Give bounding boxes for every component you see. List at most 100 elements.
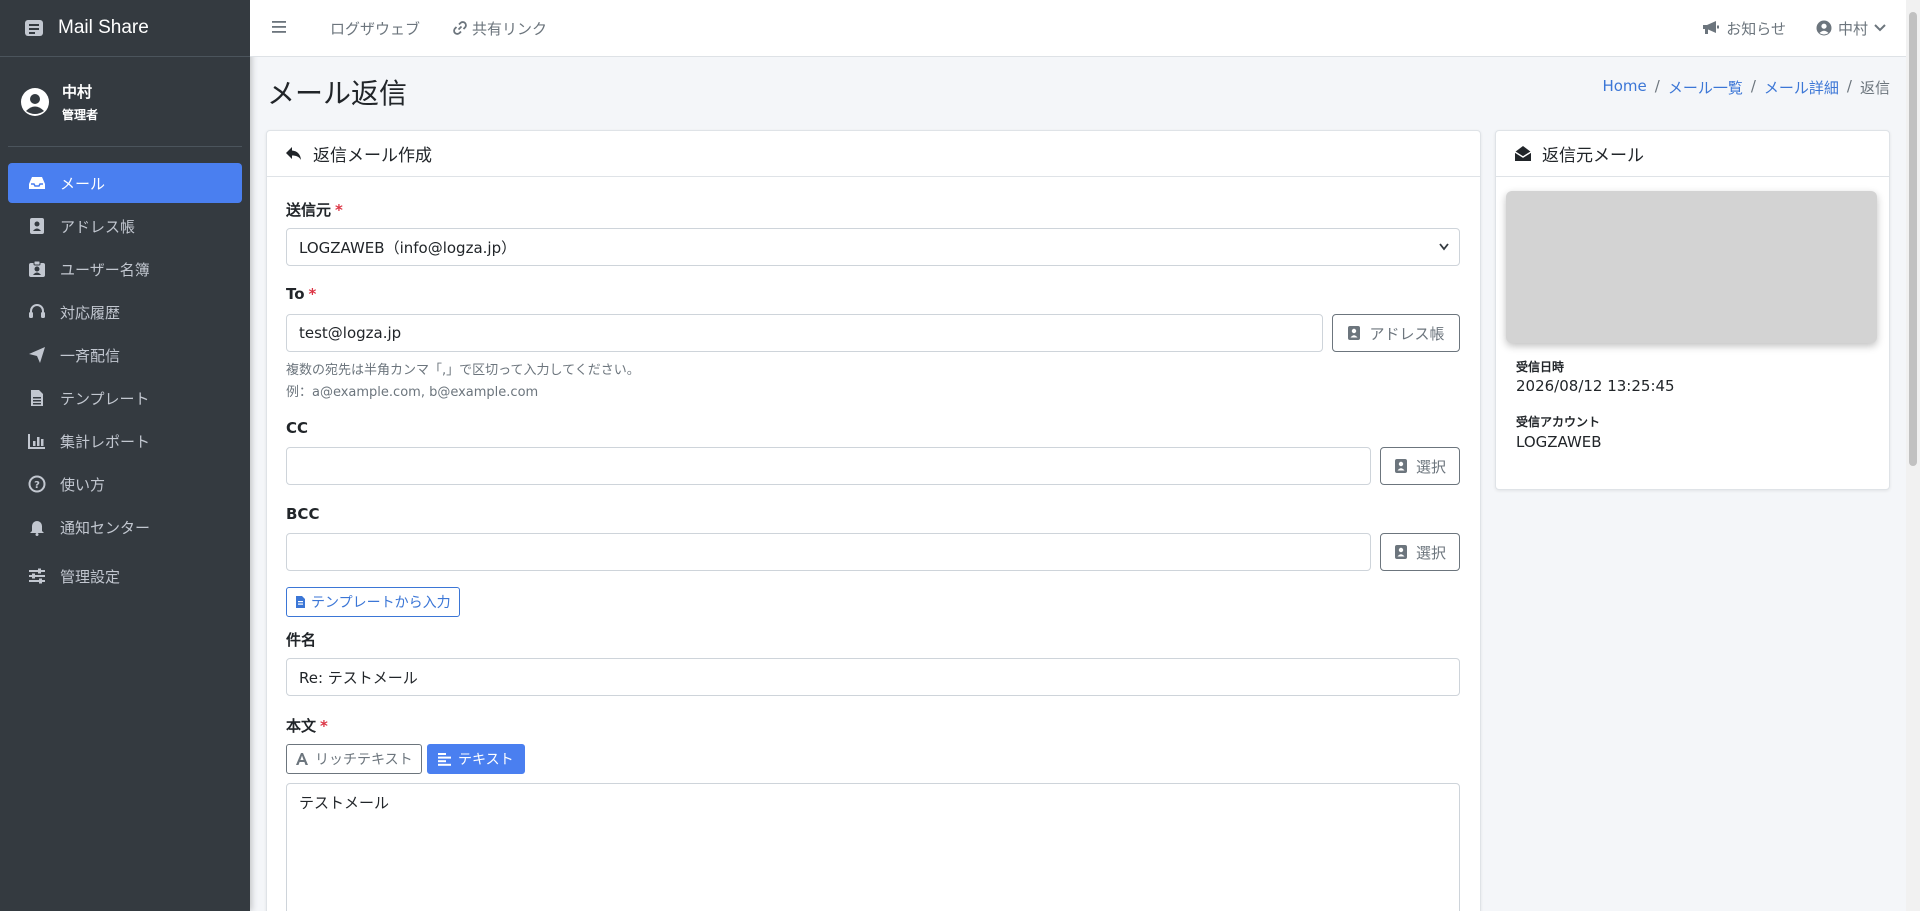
sidebar-nav: メール アドレス帳 ユーザー名簿 対応履歴 一斉配信 テンプレート 集計レポート… [0, 147, 250, 596]
paper-plane-icon [26, 346, 48, 364]
mail-preview-image[interactable] [1506, 191, 1877, 343]
cc-label: CC [286, 419, 309, 437]
page-scrollbar[interactable] [1906, 0, 1920, 911]
user-menu[interactable]: 中村 [1816, 18, 1886, 39]
to-label: To * [286, 285, 317, 303]
sidebar-item-address-book[interactable]: アドレス帳 [8, 206, 242, 246]
address-book-icon [1394, 544, 1408, 560]
sidebar-item-label: ユーザー名簿 [60, 260, 150, 279]
sidebar-item-label: アドレス帳 [60, 217, 136, 236]
compose-card-title: 返信メール作成 [313, 146, 432, 166]
sidebar-item-label: 対応履歴 [60, 303, 121, 322]
user-circle-icon [1816, 20, 1832, 36]
brand-link[interactable]: Mail Share [0, 0, 250, 57]
sidebar-item-label: 一斉配信 [60, 346, 121, 365]
address-book-icon [1394, 458, 1408, 474]
address-book-icon [26, 217, 48, 235]
user-circle-icon [21, 87, 49, 116]
address-book-icon [1347, 325, 1361, 341]
topbar-link-shared-links[interactable]: 共有リンク [452, 18, 547, 39]
sidebar-item-label: 使い方 [60, 475, 106, 494]
notice-label: お知らせ [1726, 19, 1786, 38]
bullhorn-icon [1703, 21, 1720, 34]
scrollbar-thumb[interactable] [1909, 12, 1917, 466]
user-name: 中村 [62, 82, 93, 101]
from-label: 送信元 * [286, 201, 343, 219]
text-mode-button[interactable]: テキスト [427, 744, 525, 774]
chevron-down-icon [1439, 243, 1449, 251]
body-label: 本文 * [286, 717, 328, 735]
bcc-label: BCC [286, 505, 320, 523]
mail-box-icon [22, 16, 46, 40]
sidebar-item-admin-settings[interactable]: 管理設定 [8, 556, 242, 596]
from-select-value: LOGZAWEB（info@logza.jp） [299, 238, 517, 257]
subject-input-value: Re: テストメール [299, 668, 418, 687]
align-left-icon [438, 752, 451, 766]
bcc-select-button[interactable]: 選択 [1380, 533, 1460, 571]
headset-icon [26, 303, 48, 321]
compose-card-header: 返信メール作成 [267, 131, 1480, 177]
topbar-right: お知らせ 中村 [1672, 18, 1886, 39]
sidebar-item-notification-center[interactable]: 通知センター [8, 507, 242, 547]
sidebar-item-label: 通知センター [60, 518, 151, 537]
breadcrumb-home[interactable]: Home [1602, 77, 1646, 98]
subject-label: 件名 [286, 631, 317, 649]
sidebar-item-report[interactable]: 集計レポート [8, 421, 242, 461]
sidebar: Mail Share 中村 管理者 メール アドレス帳 ユーザー名簿 対応履歴 … [0, 0, 250, 911]
breadcrumb-mail-list[interactable]: メール一覧 [1668, 77, 1743, 98]
shared-links-label: 共有リンク [472, 19, 548, 38]
rich-text-mode-button[interactable]: リッチテキスト [286, 744, 422, 774]
sidebar-item-help[interactable]: ? 使い方 [8, 464, 242, 504]
sidebar-item-label: テンプレート [60, 389, 150, 408]
file-icon [296, 596, 305, 608]
reply-compose-card: 返信メール作成 送信元 * LOGZAWEB（info@logza.jp） To *… [266, 130, 1481, 911]
breadcrumb-current: 返信 [1859, 79, 1890, 97]
notice-link[interactable]: お知らせ [1702, 18, 1786, 39]
envelope-open-icon [1514, 145, 1534, 163]
topbar: ログザウェブ 共有リンク お知らせ 中村 [250, 0, 1906, 57]
chevron-down-icon [1874, 24, 1886, 32]
chart-bar-icon [26, 432, 48, 450]
svg-text:?: ? [34, 480, 40, 491]
original-card-header: 返信元メール [1496, 131, 1889, 177]
user-menu-label: 中村 [1837, 19, 1868, 38]
sliders-icon [26, 567, 48, 585]
brand-name: Mail Share [58, 17, 149, 38]
topbar-link-logzaweb[interactable]: ログザウェブ [330, 18, 420, 39]
original-mail-card: 返信元メール 受信日時 2026/08/12 13:25:45 受信アカウント … [1495, 130, 1890, 490]
sidebar-item-label: 集計レポート [60, 432, 151, 451]
breadcrumb: Home / メール一覧 / メール詳細 / 返信 [1602, 77, 1890, 98]
reply-icon [285, 145, 305, 163]
to-input[interactable]: test@logza.jp [286, 314, 1323, 352]
to-input-value: test@logza.jp [299, 324, 402, 342]
received-at-label: 受信日時 [1516, 360, 1565, 374]
received-at-value: 2026/08/12 13:25:45 [1516, 377, 1675, 395]
from-select[interactable]: LOGZAWEB（info@logza.jp） [286, 228, 1460, 266]
user-panel[interactable]: 中村 管理者 [8, 57, 242, 147]
cc-select-button[interactable]: 選択 [1380, 447, 1460, 485]
sidebar-item-user-list[interactable]: ユーザー名簿 [8, 249, 242, 289]
to-example-text: 例：a@example.com, b@example.com [286, 385, 539, 400]
sidebar-item-label: メール [60, 174, 106, 193]
cc-input[interactable] [286, 447, 1371, 485]
template-insert-button[interactable]: テンプレートから入力 [286, 587, 460, 617]
body-textarea[interactable]: テストメール [286, 783, 1460, 911]
menu-toggle-icon[interactable] [272, 18, 292, 39]
bcc-input[interactable] [286, 533, 1371, 571]
sidebar-item-history[interactable]: 対応履歴 [8, 292, 242, 332]
sidebar-item-template[interactable]: テンプレート [8, 378, 242, 418]
question-circle-icon: ? [26, 475, 48, 493]
link-icon [453, 21, 467, 35]
address-book-button[interactable]: アドレス帳 [1332, 314, 1460, 352]
id-badge-icon [26, 260, 48, 278]
subject-input[interactable]: Re: テストメール [286, 658, 1460, 696]
address-book-button-label: アドレス帳 [1369, 324, 1445, 343]
to-help-text: 複数の宛先は半角カンマ「,」で区切って入力してください。 [286, 363, 640, 378]
breadcrumb-mail-detail[interactable]: メール詳細 [1764, 77, 1839, 98]
template-insert-button-label: テンプレートから入力 [311, 595, 451, 611]
bcc-select-button-label: 選択 [1415, 543, 1446, 562]
font-icon [296, 753, 308, 765]
bell-icon [26, 518, 48, 536]
sidebar-item-broadcast[interactable]: 一斉配信 [8, 335, 242, 375]
sidebar-item-mail[interactable]: メール [8, 163, 242, 203]
